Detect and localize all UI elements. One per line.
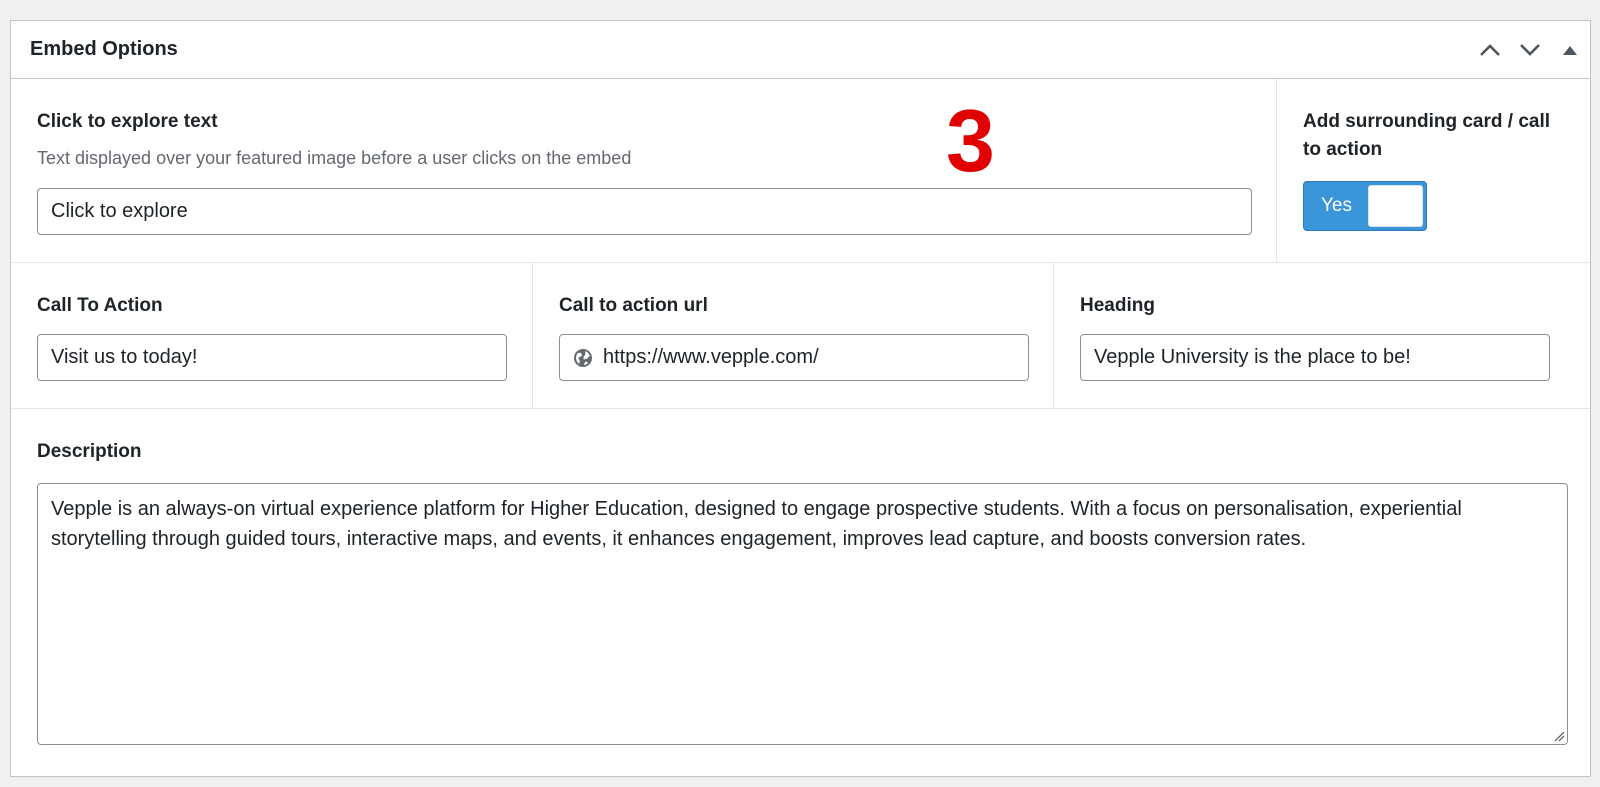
chevron-down-icon [1520,43,1540,56]
heading-label: Heading [1080,295,1155,316]
collapse-panel-button[interactable] [1550,21,1590,78]
card-label: Add surrounding card / call to action [1303,111,1551,160]
description-value: Vepple is an always-on virtual experienc… [51,498,1462,550]
chevron-up-icon [1480,43,1500,56]
explore-section: Click to explore text Text displayed ove… [11,79,1276,262]
explore-row: Click to explore text Text displayed ove… [11,79,1590,263]
cta-url-section: Call to action url https://www.vepple.co… [532,263,1053,408]
cta-section: Call To Action Visit us to today! [11,263,532,408]
globe-icon [573,348,593,368]
heading-input[interactable]: Vepple University is the place to be! [1080,334,1550,381]
panel-controls [1470,21,1590,78]
panel-header: Embed Options [11,21,1590,79]
explore-text-input[interactable]: Click to explore [37,188,1252,235]
explore-label: Click to explore text [37,111,218,132]
panel-title: Embed Options [30,38,178,60]
card-section: Add surrounding card / call to action Ye… [1276,79,1599,262]
step-number-annotation: 3 [946,91,995,190]
cta-label: Call To Action [37,295,163,316]
move-down-button[interactable] [1510,21,1550,78]
description-section: Description Vepple is an always-on virtu… [11,409,1590,777]
explore-text-value: Click to explore [51,200,188,222]
description-row: Description Vepple is an always-on virtu… [11,409,1590,777]
explore-hint: Text displayed over your featured image … [37,148,632,168]
cta-input[interactable]: Visit us to today! [37,334,507,381]
cta-url-input[interactable]: https://www.vepple.com/ [559,334,1029,381]
move-up-button[interactable] [1470,21,1510,78]
caret-up-icon [1563,45,1577,55]
resize-handle-icon[interactable] [1553,730,1565,742]
cta-url-label: Call to action url [559,295,708,316]
cta-url-value: https://www.vepple.com/ [603,346,819,368]
cta-value: Visit us to today! [51,346,198,368]
embed-options-panel: Embed Options Click to explore text Text… [10,20,1591,777]
heading-section: Heading Vepple University is the place t… [1053,263,1590,408]
description-label: Description [37,441,142,462]
cta-row: Call To Action Visit us to today! Call t… [11,263,1590,409]
toggle-knob [1368,185,1423,227]
description-textarea[interactable]: Vepple is an always-on virtual experienc… [37,483,1568,745]
toggle-text: Yes [1321,195,1352,216]
heading-value: Vepple University is the place to be! [1094,346,1411,368]
surrounding-card-toggle[interactable]: Yes [1303,181,1427,231]
